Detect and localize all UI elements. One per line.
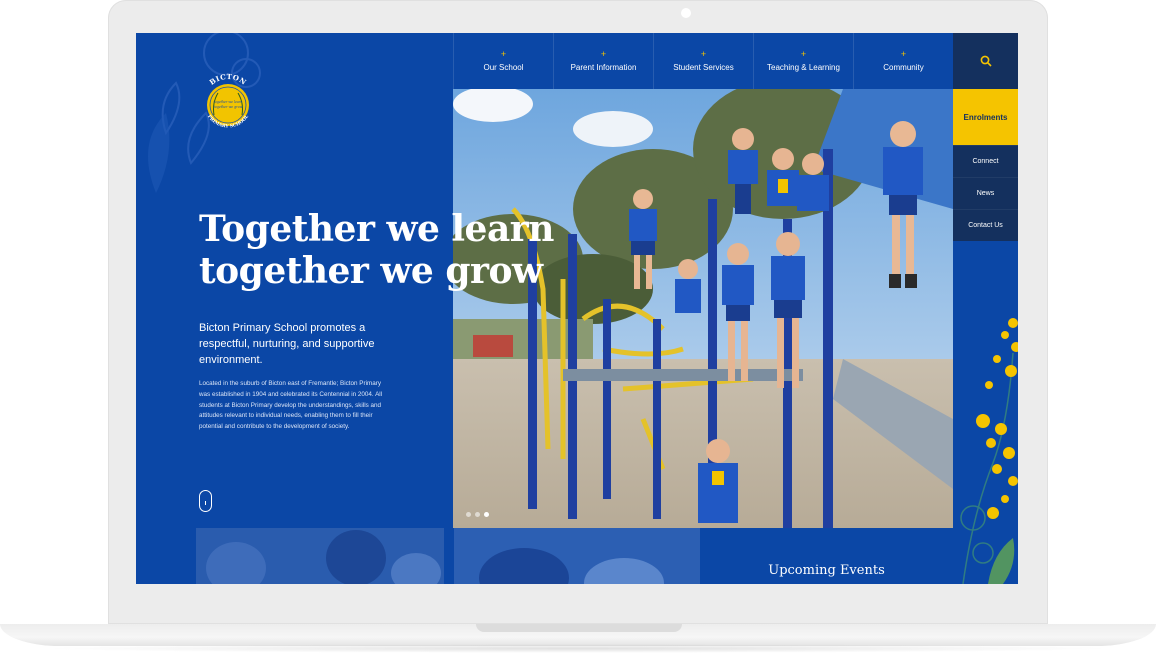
laptop-shadow [40, 644, 1116, 653]
nav-item-community[interactable]: + Community [853, 33, 953, 89]
laptop-notch [476, 624, 682, 632]
nav-item-label: Teaching & Learning [767, 63, 840, 72]
side-link-connect[interactable]: Connect [953, 145, 1018, 177]
nav-item-label: Our School [483, 63, 524, 72]
side-link-news[interactable]: News [953, 177, 1018, 209]
camera-dot [681, 8, 691, 18]
side-menu: Enrolments Connect News Contact Us [953, 89, 1018, 241]
search-icon [980, 55, 992, 67]
svg-text:together we learn: together we learn [214, 100, 243, 104]
upcoming-events-title: Upcoming Events [768, 563, 885, 578]
scroll-indicator-icon[interactable] [199, 490, 212, 512]
nav-item-label: Parent Information [570, 63, 637, 72]
plus-icon: + [900, 49, 907, 59]
website-screen: together we learn together we grow BICTO… [136, 33, 1018, 584]
laptop-base [0, 624, 1156, 646]
svg-text:together we grow: together we grow [214, 105, 243, 109]
school-logo[interactable]: together we learn together we grow BICTO… [198, 73, 258, 137]
hero-description: Located in the suburb of Bicton east of … [199, 380, 383, 431]
plus-icon: + [600, 49, 607, 59]
nav-item-our-school[interactable]: + Our School [453, 33, 553, 89]
upcoming-events-panel: Upcoming Events [700, 528, 953, 584]
side-link-contact-us[interactable]: Contact Us [953, 209, 1018, 241]
plus-icon: + [500, 49, 507, 59]
main-navigation: + Our School + Parent Information + Stud… [453, 33, 953, 89]
strip-photo-1 [196, 528, 444, 584]
search-button[interactable] [953, 33, 1018, 89]
nav-item-label: Community [883, 63, 924, 72]
hero-subheading: Bicton Primary School promotes a respect… [199, 322, 375, 366]
hero-photo-students-playground [453, 89, 953, 528]
nav-item-student-services[interactable]: + Student Services [653, 33, 753, 89]
carousel-dots [466, 512, 489, 517]
carousel-dot[interactable] [475, 512, 480, 517]
nav-item-parent-information[interactable]: + Parent Information [553, 33, 653, 89]
carousel-dot-active[interactable] [484, 512, 489, 517]
carousel-dot[interactable] [466, 512, 471, 517]
nav-item-label: Student Services [673, 63, 734, 72]
headline-line-2: together we grow [199, 250, 543, 292]
strip-photo-2 [454, 528, 700, 584]
headline-line-1: Together we learn [199, 208, 554, 250]
hero-headline: Together we learn together we grow [199, 208, 559, 292]
plus-icon: + [700, 49, 707, 59]
nav-item-teaching-learning[interactable]: + Teaching & Learning [753, 33, 853, 89]
plus-icon: + [800, 49, 807, 59]
enrolments-button[interactable]: Enrolments [953, 89, 1018, 145]
